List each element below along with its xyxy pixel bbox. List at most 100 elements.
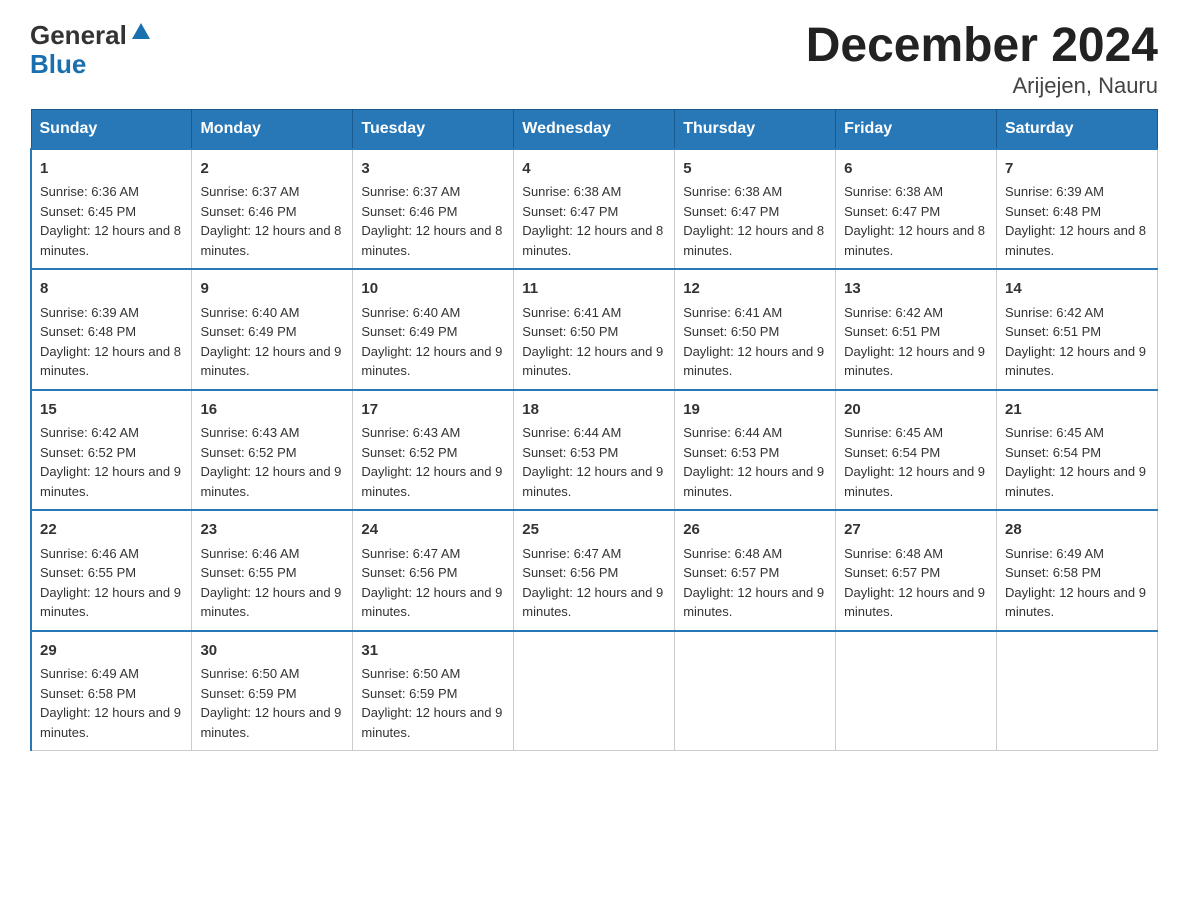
calendar-cell: 25Sunrise: 6:47 AMSunset: 6:56 PMDayligh… — [514, 510, 675, 631]
calendar-cell: 24Sunrise: 6:47 AMSunset: 6:56 PMDayligh… — [353, 510, 514, 631]
sunrise-label: Sunrise: 6:38 AM — [844, 184, 943, 199]
sunset-label: Sunset: 6:51 PM — [1005, 324, 1101, 339]
day-number: 26 — [683, 519, 827, 542]
daylight-label: Daylight: 12 hours and 9 minutes. — [522, 344, 663, 379]
calendar-cell: 18 Sunrise: 6:44 AM Sunset: 6:53 PM Dayligh… — [514, 390, 675, 511]
calendar-header-sunday: Sunday — [31, 109, 192, 149]
calendar-header-thursday: Thursday — [675, 109, 836, 149]
sunrise-label: Sunrise: 6:42 AM — [844, 305, 943, 320]
daylight-label: Daylight: 12 hours and 9 minutes. — [844, 464, 985, 499]
day-number: 17 — [361, 399, 505, 422]
calendar-cell: 28Sunrise: 6:49 AMSunset: 6:58 PMDayligh… — [997, 510, 1158, 631]
daylight-label: Daylight: 12 hours and 8 minutes. — [40, 344, 181, 379]
day-number: 23 — [200, 519, 344, 542]
sunrise-label: Sunrise: 6:36 AM — [40, 184, 139, 199]
sunset-label: Sunset: 6:48 PM — [40, 324, 136, 339]
sunrise-label: Sunrise: 6:49 AM — [1005, 546, 1104, 561]
calendar-cell: 27Sunrise: 6:48 AMSunset: 6:57 PMDayligh… — [836, 510, 997, 631]
calendar-header-wednesday: Wednesday — [514, 109, 675, 149]
calendar-header-saturday: Saturday — [997, 109, 1158, 149]
sunset-label: Sunset: 6:58 PM — [40, 686, 136, 701]
sunset-label: Sunset: 6:46 PM — [361, 204, 457, 219]
day-number: 10 — [361, 278, 505, 301]
sunrise-label: Sunrise: 6:48 AM — [683, 546, 782, 561]
sunset-label: Sunset: 6:55 PM — [200, 565, 296, 580]
calendar-cell: 13Sunrise: 6:42 AMSunset: 6:51 PMDayligh… — [836, 269, 997, 390]
logo-text-blue: Blue — [30, 51, 152, 77]
day-number: 20 — [844, 399, 988, 422]
sunrise-label: Sunrise: 6:50 AM — [361, 666, 460, 681]
sunset-label: Sunset: 6:49 PM — [200, 324, 296, 339]
calendar: SundayMondayTuesdayWednesdayThursdayFrid… — [30, 109, 1158, 752]
sunrise-label: Sunrise: 6:40 AM — [361, 305, 460, 320]
sunrise-label: Sunrise: 6:46 AM — [200, 546, 299, 561]
calendar-header-monday: Monday — [192, 109, 353, 149]
daylight-label: Daylight: 12 hours and 9 minutes. — [683, 344, 824, 379]
calendar-week-2: 8 Sunrise: 6:39 AM Sunset: 6:48 PM Daylight… — [31, 269, 1158, 390]
day-number: 7 — [1005, 158, 1149, 181]
sunset-label: Sunset: 6:53 PM — [522, 445, 618, 460]
daylight-label: Daylight: 12 hours and 9 minutes. — [200, 705, 341, 740]
sunset-label: Sunset: 6:51 PM — [844, 324, 940, 339]
day-number: 24 — [361, 519, 505, 542]
day-number: 21 — [1005, 399, 1149, 422]
sunset-label: Sunset: 6:45 PM — [40, 204, 136, 219]
calendar-cell — [836, 631, 997, 751]
sunrise-label: Sunrise: 6:49 AM — [40, 666, 139, 681]
logo-icon — [130, 21, 152, 49]
calendar-cell: 10Sunrise: 6:40 AMSunset: 6:49 PMDayligh… — [353, 269, 514, 390]
calendar-cell: 5Sunrise: 6:38 AMSunset: 6:47 PMDaylight… — [675, 149, 836, 270]
calendar-cell: 7Sunrise: 6:39 AMSunset: 6:48 PMDaylight… — [997, 149, 1158, 270]
sunset-label: Sunset: 6:58 PM — [1005, 565, 1101, 580]
daylight-label: Daylight: 12 hours and 9 minutes. — [522, 464, 663, 499]
sunrise-label: Sunrise: 6:39 AM — [1005, 184, 1104, 199]
calendar-cell: 14 Sunrise: 6:42 AM Sunset: 6:51 PM Dayligh… — [997, 269, 1158, 390]
calendar-cell: 17Sunrise: 6:43 AMSunset: 6:52 PMDayligh… — [353, 390, 514, 511]
sunset-label: Sunset: 6:52 PM — [361, 445, 457, 460]
sunset-label: Sunset: 6:52 PM — [40, 445, 136, 460]
sunset-label: Sunset: 6:52 PM — [200, 445, 296, 460]
day-number: 31 — [361, 640, 505, 663]
sunset-label: Sunset: 6:54 PM — [844, 445, 940, 460]
calendar-cell: 16Sunrise: 6:43 AMSunset: 6:52 PMDayligh… — [192, 390, 353, 511]
calendar-cell: 12Sunrise: 6:41 AMSunset: 6:50 PMDayligh… — [675, 269, 836, 390]
day-number: 25 — [522, 519, 666, 542]
daylight-label: Daylight: 12 hours and 9 minutes. — [844, 585, 985, 620]
daylight-label: Daylight: 12 hours and 9 minutes. — [683, 464, 824, 499]
sunset-label: Sunset: 6:56 PM — [361, 565, 457, 580]
daylight-label: Daylight: 12 hours and 9 minutes. — [522, 585, 663, 620]
daylight-label: Daylight: 12 hours and 9 minutes. — [40, 585, 181, 620]
day-number: 13 — [844, 278, 988, 301]
sunrise-label: Sunrise: 6:37 AM — [361, 184, 460, 199]
calendar-cell: 15Sunrise: 6:42 AMSunset: 6:52 PMDayligh… — [31, 390, 192, 511]
daylight-label: Daylight: 12 hours and 9 minutes. — [361, 705, 502, 740]
sunrise-label: Sunrise: 6:42 AM — [1005, 305, 1104, 320]
day-number: 14 — [1005, 278, 1149, 301]
day-number: 30 — [200, 640, 344, 663]
day-number: 2 — [200, 158, 344, 181]
calendar-cell — [514, 631, 675, 751]
daylight-label: Daylight: 12 hours and 8 minutes. — [683, 223, 824, 258]
sunrise-label: Sunrise: 6:38 AM — [522, 184, 621, 199]
day-number: 18 — [522, 399, 666, 422]
sunrise-label: Sunrise: 6:44 AM — [522, 425, 621, 440]
daylight-label: Daylight: 12 hours and 9 minutes. — [1005, 344, 1146, 379]
sunset-label: Sunset: 6:46 PM — [200, 204, 296, 219]
sunrise-label: Sunrise: 6:43 AM — [361, 425, 460, 440]
sunset-label: Sunset: 6:47 PM — [683, 204, 779, 219]
day-number: 8 — [40, 278, 183, 301]
daylight-label: Daylight: 12 hours and 8 minutes. — [40, 223, 181, 258]
sunset-label: Sunset: 6:59 PM — [361, 686, 457, 701]
sunset-label: Sunset: 6:48 PM — [1005, 204, 1101, 219]
logo: General Blue — [30, 20, 152, 77]
sunrise-label: Sunrise: 6:48 AM — [844, 546, 943, 561]
sunrise-label: Sunrise: 6:47 AM — [361, 546, 460, 561]
calendar-cell: 22Sunrise: 6:46 AMSunset: 6:55 PMDayligh… — [31, 510, 192, 631]
sunrise-label: Sunrise: 6:39 AM — [40, 305, 139, 320]
page-subtitle: Arijejen, Nauru — [806, 73, 1158, 99]
daylight-label: Daylight: 12 hours and 8 minutes. — [361, 223, 502, 258]
sunset-label: Sunset: 6:50 PM — [683, 324, 779, 339]
day-number: 9 — [200, 278, 344, 301]
calendar-cell: 21Sunrise: 6:45 AMSunset: 6:54 PMDayligh… — [997, 390, 1158, 511]
day-number: 19 — [683, 399, 827, 422]
